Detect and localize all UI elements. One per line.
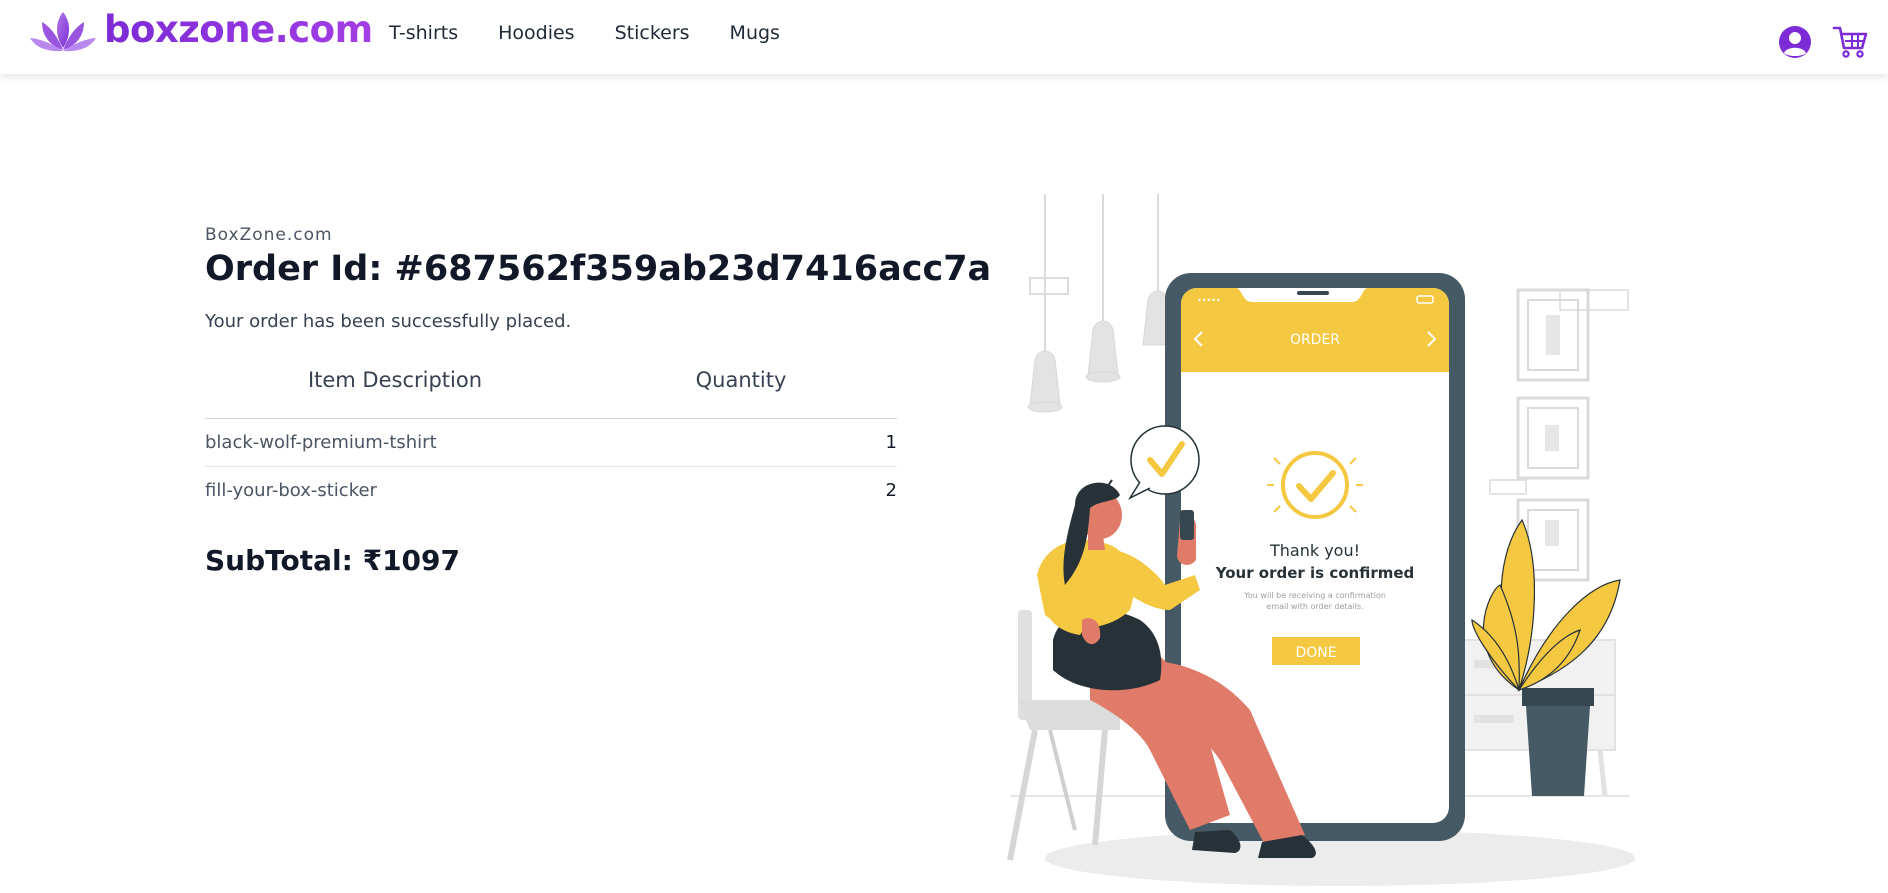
- main-nav: T-shirts Hoodies Stickers Mugs: [389, 22, 820, 44]
- header-actions: [1778, 24, 1868, 60]
- order-items-table: Item Description Quantity black-wolf-pre…: [205, 354, 897, 514]
- order-summary: BoxZone.com Order Id: #687562f359ab23d74…: [205, 225, 992, 577]
- table-header-row: Item Description Quantity: [205, 354, 897, 419]
- nav-tshirts[interactable]: T-shirts: [389, 22, 458, 44]
- hanging-lamps-icon: [1027, 194, 1174, 413]
- logo[interactable]: boxzone.com: [28, 8, 373, 58]
- table-row: fill-your-box-sticker 2: [205, 467, 897, 515]
- nav-stickers[interactable]: Stickers: [615, 22, 690, 44]
- nav-mugs[interactable]: Mugs: [730, 22, 780, 44]
- done-text: DONE: [1295, 645, 1336, 661]
- item-quantity: 1: [585, 418, 897, 467]
- item-name: black-wolf-premium-tshirt: [205, 418, 585, 467]
- success-message: Your order has been successfully placed.: [205, 311, 572, 332]
- screen-title: ORDER: [1290, 332, 1340, 348]
- column-item-description: Item Description: [205, 354, 585, 419]
- confirmed-text: Your order is confirmed: [1215, 564, 1415, 582]
- order-id-heading: Order Id: #687562f359ab23d7416acc7a: [205, 249, 992, 289]
- top-navbar: boxzone.com T-shirts Hoodies Stickers Mu…: [0, 0, 1888, 74]
- column-quantity: Quantity: [585, 354, 897, 419]
- item-quantity: 2: [885, 480, 897, 501]
- nav-hoodies[interactable]: Hoodies: [498, 22, 574, 44]
- table-row: black-wolf-premium-tshirt 1: [205, 418, 897, 467]
- subtotal: SubTotal: ₹1097: [205, 544, 460, 577]
- confirmation-note-2: email with order details.: [1266, 602, 1363, 611]
- logo-text[interactable]: boxzone.com: [104, 8, 373, 51]
- wall-frames-icon: [1489, 288, 1629, 582]
- confirmation-note-1: You will be receiving a confirmation: [1243, 591, 1386, 600]
- brand-caption: BoxZone.com: [205, 225, 333, 245]
- thanks-text: Thank you!: [1269, 541, 1360, 560]
- cart-icon[interactable]: [1832, 24, 1868, 60]
- user-circle-icon[interactable]: [1778, 25, 1812, 59]
- svg-text:•••••: •••••: [1197, 296, 1221, 305]
- item-name: fill-your-box-sticker: [205, 480, 377, 501]
- order-confirmed-illustration: ••••• ORDER Thank you! Your order is con…: [1007, 194, 1635, 886]
- lotus-logo-icon: [30, 12, 96, 52]
